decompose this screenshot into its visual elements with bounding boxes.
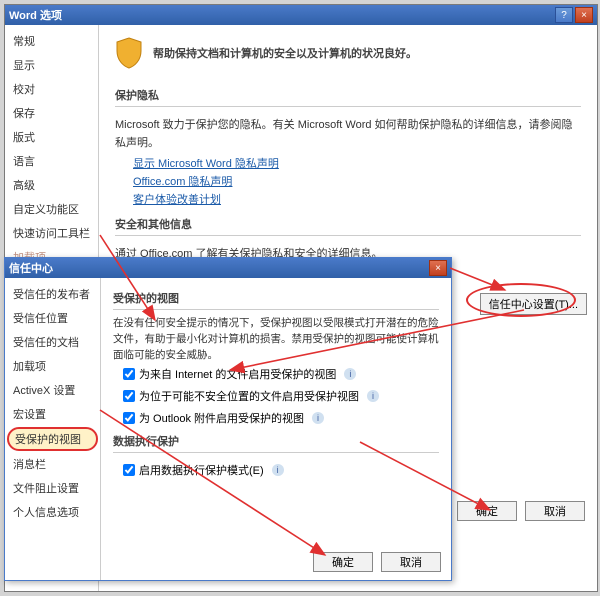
chk-unsafe-locations[interactable]: 为位于可能不安全位置的文件启用受保护视图i (113, 385, 439, 407)
link-ceip[interactable]: 客户体验改善计划 (133, 190, 581, 208)
link-office-privacy[interactable]: Office.com 隐私声明 (133, 172, 581, 190)
info-icon[interactable]: i (344, 368, 356, 380)
word-options-cancel-button[interactable]: 取消 (525, 501, 585, 521)
trust-center-settings-button[interactable]: 信任中心设置(T)... (480, 293, 587, 315)
chk-outlook-attachments[interactable]: 为 Outlook 附件启用受保护的视图i (113, 407, 439, 429)
sidebar-item-display[interactable]: 显示 (5, 53, 98, 77)
banner-text: 帮助保持文档和计算机的安全以及计算机的状况良好。 (153, 45, 417, 61)
trust-center-sidebar: 受信任的发布者 受信任位置 受信任的文档 加载项 ActiveX 设置 宏设置 … (5, 278, 101, 580)
sidebar-item-qat[interactable]: 快速访问工具栏 (5, 221, 98, 245)
section-security-header: 安全和其他信息 (115, 208, 581, 236)
tc-item-privacy-options[interactable]: 个人信息选项 (5, 500, 100, 524)
word-options-titlebar[interactable]: Word 选项 ? × (5, 5, 597, 25)
word-options-ok-button[interactable]: 确定 (457, 501, 517, 521)
shield-icon (115, 37, 143, 69)
trust-center-cancel-button[interactable]: 取消 (381, 552, 441, 572)
section-privacy-header: 保护隐私 (115, 79, 581, 107)
sidebar-item-layout[interactable]: 版式 (5, 125, 98, 149)
trust-center-close-button[interactable]: × (429, 260, 447, 276)
help-button[interactable]: ? (555, 7, 573, 23)
trust-center-ok-button[interactable]: 确定 (313, 552, 373, 572)
privacy-text: Microsoft 致力于保护您的隐私。有关 Microsoft Word 如何… (115, 115, 581, 154)
sidebar-item-advanced[interactable]: 高级 (5, 173, 98, 197)
tc-item-activex[interactable]: ActiveX 设置 (5, 378, 100, 402)
tc-item-file-block[interactable]: 文件阻止设置 (5, 476, 100, 500)
tc-item-addins[interactable]: 加载项 (5, 354, 100, 378)
word-options-title: Word 选项 (9, 7, 555, 23)
dep-header: 数据执行保护 (113, 429, 439, 453)
protected-view-header: 受保护的视图 (113, 286, 439, 310)
protected-view-desc: 在没有任何安全提示的情况下，受保护视图以受限模式打开潜在的危险文件，有助于最小化… (113, 316, 439, 363)
trust-center-title: 信任中心 (9, 260, 429, 276)
sidebar-item-language[interactable]: 语言 (5, 149, 98, 173)
sidebar-item-save[interactable]: 保存 (5, 101, 98, 125)
sidebar-item-customize-ribbon[interactable]: 自定义功能区 (5, 197, 98, 221)
chk-internet-files-box[interactable] (123, 368, 135, 380)
tc-item-publishers[interactable]: 受信任的发布者 (5, 282, 100, 306)
info-icon[interactable]: i (367, 390, 379, 402)
chk-dep-box[interactable] (123, 464, 135, 476)
close-button[interactable]: × (575, 7, 593, 23)
info-icon[interactable]: i (272, 464, 284, 476)
sidebar-item-proofing[interactable]: 校对 (5, 77, 98, 101)
link-word-privacy[interactable]: 显示 Microsoft Word 隐私声明 (133, 154, 581, 172)
info-icon[interactable]: i (312, 412, 324, 424)
tc-item-protected-view[interactable]: 受保护的视图 (7, 427, 98, 451)
trust-center-titlebar[interactable]: 信任中心 × (5, 258, 451, 278)
chk-unsafe-locations-box[interactable] (123, 390, 135, 402)
tc-item-documents[interactable]: 受信任的文档 (5, 330, 100, 354)
trust-center-content: 受保护的视图 在没有任何安全提示的情况下，受保护视图以受限模式打开潜在的危险文件… (101, 278, 451, 580)
trust-center-dialog: 信任中心 × 受信任的发布者 受信任位置 受信任的文档 加载项 ActiveX … (4, 257, 452, 581)
tc-item-message-bar[interactable]: 消息栏 (5, 452, 100, 476)
sidebar-item-general[interactable]: 常规 (5, 29, 98, 53)
tc-item-macros[interactable]: 宏设置 (5, 402, 100, 426)
chk-internet-files[interactable]: 为来自 Internet 的文件启用受保护的视图i (113, 363, 439, 385)
chk-outlook-attachments-box[interactable] (123, 412, 135, 424)
chk-dep[interactable]: 启用数据执行保护模式(E)i (113, 459, 439, 481)
tc-item-locations[interactable]: 受信任位置 (5, 306, 100, 330)
